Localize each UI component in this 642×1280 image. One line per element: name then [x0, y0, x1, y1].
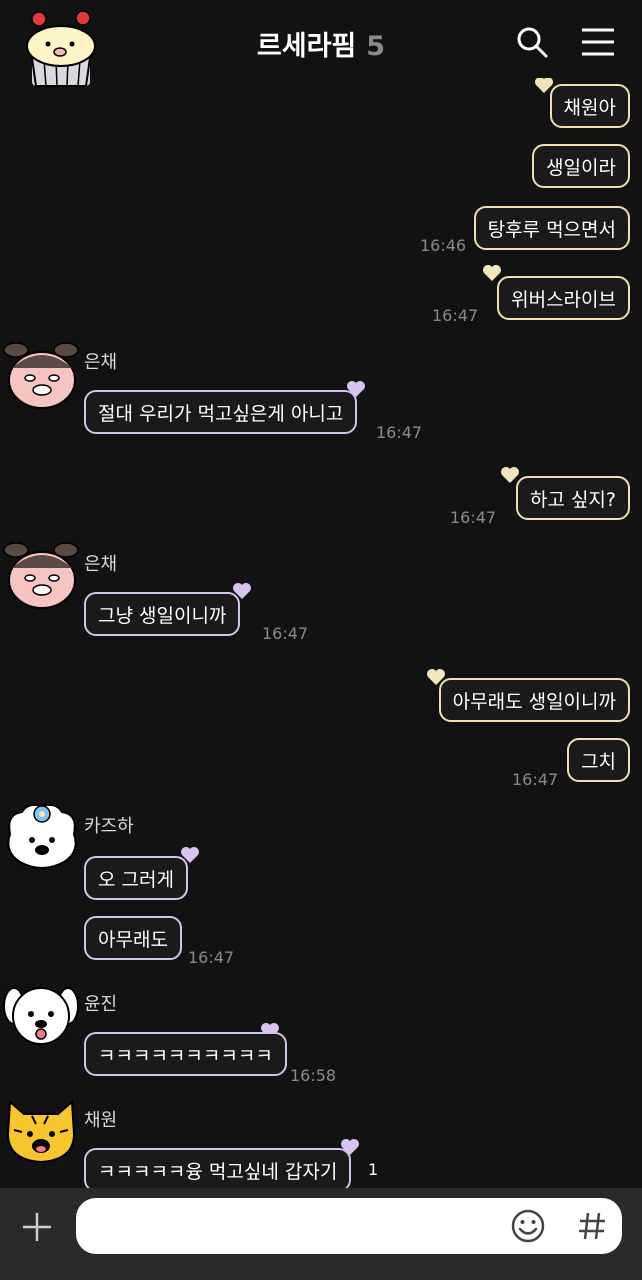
sender-name: 은채: [84, 352, 118, 373]
incoming-message-bubble[interactable]: 그냥 생일이니까: [84, 592, 241, 636]
chaewon-avatar[interactable]: [2, 1094, 80, 1164]
unread-count: 1: [368, 1160, 379, 1179]
sender-name: 윤진: [84, 994, 118, 1015]
outgoing-message-bubble[interactable]: 채원아: [549, 84, 630, 128]
member-count: 5: [366, 31, 386, 62]
incoming-message-bubble[interactable]: 오 그러게: [84, 856, 188, 900]
outgoing-message-bubble[interactable]: 생일이라: [532, 144, 630, 188]
message-time: 16:46: [420, 236, 467, 255]
sender-name: 카즈하: [84, 816, 134, 837]
eunchae-avatar[interactable]: [2, 340, 80, 410]
incoming-message-bubble[interactable]: 아무래도: [84, 916, 182, 960]
incoming-message-bubble[interactable]: ㅋㅋㅋㅋㅋㅋㅋㅋㅋㅋ: [84, 1032, 287, 1076]
hashtag-icon[interactable]: [576, 1208, 608, 1244]
eunchae-avatar[interactable]: [2, 540, 80, 610]
message-time: 16:47: [188, 948, 235, 967]
yunjin-avatar[interactable]: [2, 978, 80, 1048]
sender-name: 은채: [84, 554, 118, 575]
message-time: 16:58: [290, 1066, 337, 1085]
kazuha-avatar[interactable]: [2, 800, 80, 870]
sender-name: 채원: [84, 1110, 118, 1131]
outgoing-message-bubble[interactable]: 하고 싶지?: [515, 476, 630, 520]
emoji-icon[interactable]: [510, 1208, 546, 1244]
message-time: 16:47: [376, 423, 423, 442]
chat-header: 르세라핌 5: [0, 0, 642, 87]
search-icon[interactable]: [514, 24, 550, 60]
message-time: 16:47: [450, 508, 497, 527]
message-time: 16:47: [432, 306, 479, 325]
message-list[interactable]: 채원아 생일이라 탕후루 먹으면서 16:46 위버스라이브 16:47 은채 …: [0, 78, 642, 1188]
outgoing-message-bubble[interactable]: 그치: [567, 738, 630, 782]
chat-room-name: 르세라핌: [256, 31, 357, 62]
incoming-message-bubble[interactable]: 절대 우리가 먹고싶은게 아니고: [84, 390, 358, 434]
menu-icon[interactable]: [580, 24, 616, 60]
message-input-bar: [0, 1188, 642, 1280]
outgoing-message-bubble[interactable]: 위버스라이브: [497, 276, 630, 320]
outgoing-message-bubble[interactable]: 탕후루 먹으면서: [473, 206, 630, 250]
outgoing-message-bubble[interactable]: 아무래도 생일이니까: [438, 678, 630, 722]
plus-icon[interactable]: [20, 1210, 54, 1244]
message-time: 16:47: [512, 770, 559, 789]
message-time: 16:47: [262, 624, 309, 643]
incoming-message-bubble[interactable]: ㅋㅋㅋㅋㅋ융 먹고싶네 갑자기: [84, 1148, 352, 1188]
